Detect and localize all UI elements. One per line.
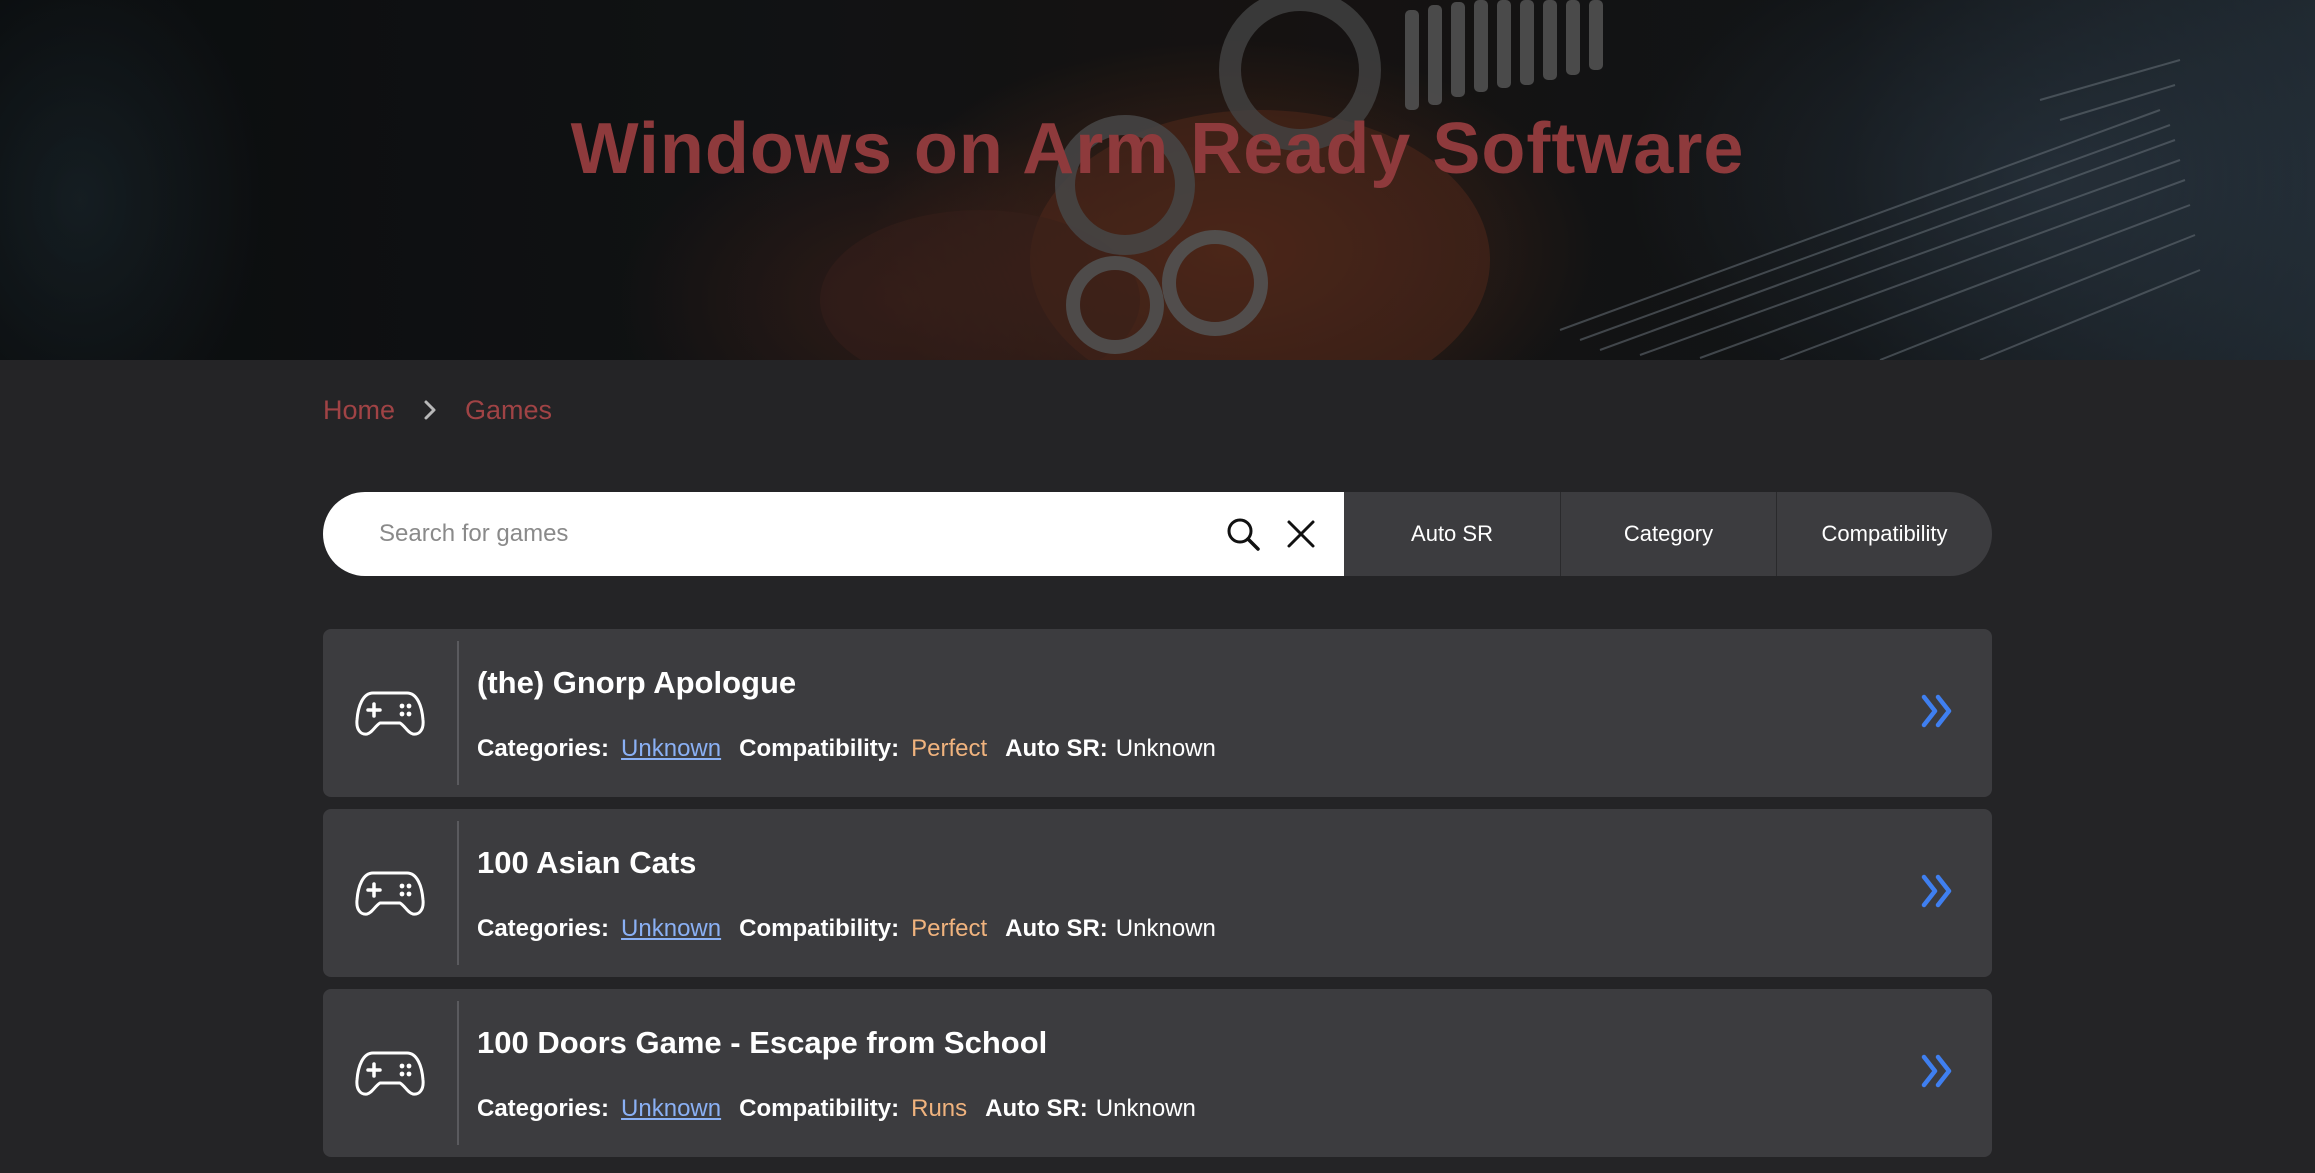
search-input[interactable] xyxy=(377,504,1218,564)
gamepad-icon xyxy=(355,691,425,736)
breadcrumb: Home Games xyxy=(323,392,552,428)
game-title: 100 Asian Cats xyxy=(477,845,697,880)
category-link[interactable]: Unknown xyxy=(621,915,721,943)
games-list: (the) Gnorp Apologue Categories: Unknown… xyxy=(323,629,1992,1169)
gamepad-icon xyxy=(355,1051,425,1096)
search-button[interactable] xyxy=(1218,509,1268,559)
auto-sr-label: Auto SR: xyxy=(985,1095,1088,1122)
card-icon-cell xyxy=(323,821,459,965)
list-item[interactable]: (the) Gnorp Apologue Categories: Unknown… xyxy=(323,629,1992,797)
category-link[interactable]: Unknown xyxy=(621,1095,721,1123)
auto-sr-label: Auto SR: xyxy=(1005,915,1108,942)
categories-label: Categories: xyxy=(477,735,610,762)
open-game-button[interactable] xyxy=(1912,861,1962,921)
categories-label: Categories: xyxy=(477,915,610,942)
breadcrumb-games-link[interactable]: Games xyxy=(465,395,552,426)
compatibility-value: Runs xyxy=(911,1095,968,1122)
list-item[interactable]: 100 Asian Cats Categories: Unknown Compa… xyxy=(323,809,1992,977)
search-box xyxy=(323,492,1344,576)
page-title: Windows on Arm Ready Software xyxy=(570,109,1745,189)
compatibility-label: Compatibility: xyxy=(739,915,900,942)
compatibility-value: Perfect xyxy=(911,735,988,762)
game-title: (the) Gnorp Apologue xyxy=(477,665,797,700)
auto-sr-value: Unknown xyxy=(1115,915,1216,942)
search-and-filter-bar: Auto SR Category Compatibility xyxy=(323,492,1992,576)
double-chevron-right-icon xyxy=(1921,1054,1952,1088)
gamepad-icon xyxy=(355,871,425,916)
close-icon xyxy=(1287,520,1315,548)
game-meta: Categories: Unknown Compatibility: Perfe… xyxy=(477,735,1216,763)
categories-label: Categories: xyxy=(477,1095,610,1122)
open-game-button[interactable] xyxy=(1912,681,1962,741)
auto-sr-filter-button[interactable]: Auto SR xyxy=(1344,492,1560,576)
game-title: 100 Doors Game - Escape from School xyxy=(477,1025,1048,1060)
clear-search-button[interactable] xyxy=(1276,509,1326,559)
auto-sr-value: Unknown xyxy=(1095,1095,1196,1122)
category-link[interactable]: Unknown xyxy=(621,735,721,763)
compatibility-label: Compatibility: xyxy=(739,1095,900,1122)
hero-banner: Windows on Arm Ready Software xyxy=(0,0,2315,360)
double-chevron-right-icon xyxy=(1921,694,1952,728)
auto-sr-value: Unknown xyxy=(1115,735,1216,762)
auto-sr-label: Auto SR: xyxy=(1005,735,1108,762)
card-icon-cell xyxy=(323,641,459,785)
open-game-button[interactable] xyxy=(1912,1041,1962,1101)
list-item[interactable]: 100 Doors Game - Escape from School Cate… xyxy=(323,989,1992,1157)
compatibility-filter-button[interactable]: Compatibility xyxy=(1776,492,1992,576)
chevron-right-icon xyxy=(424,400,436,420)
double-chevron-right-icon xyxy=(1921,874,1952,908)
search-icon xyxy=(1227,518,1260,551)
game-meta: Categories: Unknown Compatibility: Runs … xyxy=(477,1095,1196,1123)
game-meta: Categories: Unknown Compatibility: Perfe… xyxy=(477,915,1216,943)
card-icon-cell xyxy=(323,1001,459,1145)
category-filter-button[interactable]: Category xyxy=(1560,492,1776,576)
compatibility-label: Compatibility: xyxy=(739,735,900,762)
breadcrumb-home-link[interactable]: Home xyxy=(323,395,395,426)
compatibility-value: Perfect xyxy=(911,915,988,942)
